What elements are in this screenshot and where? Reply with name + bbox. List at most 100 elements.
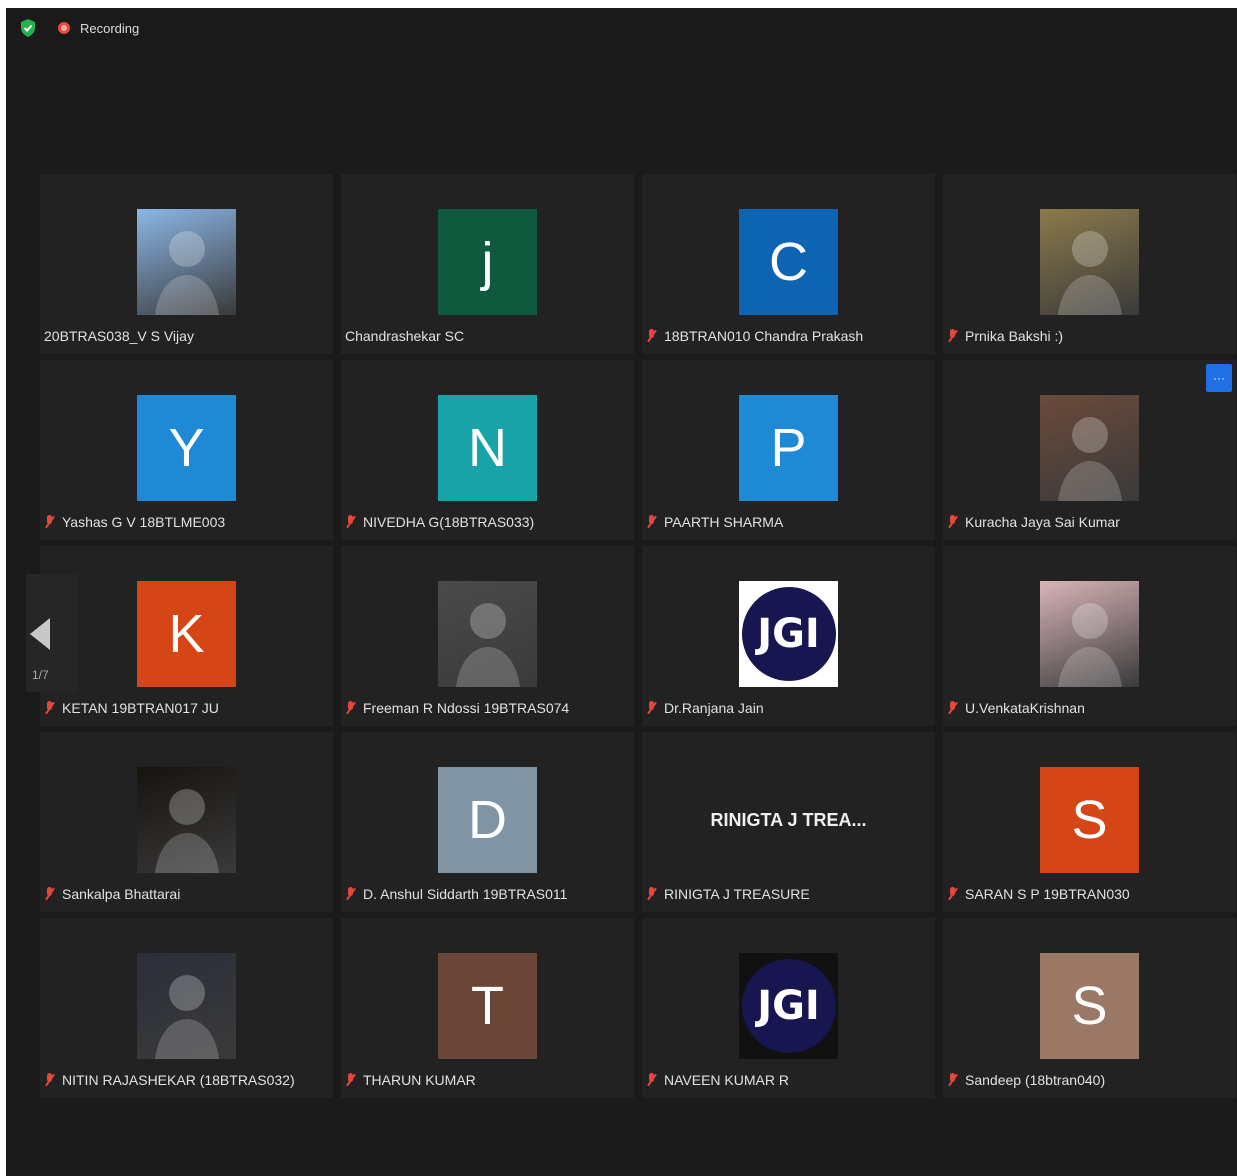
participant-tile[interactable]: D D. Anshul Siddarth 19BTRAS011 bbox=[341, 732, 634, 912]
more-options-button[interactable]: ··· bbox=[1206, 364, 1232, 392]
participant-name: D. Anshul Siddarth 19BTRAS011 bbox=[363, 886, 568, 902]
participant-name: 18BTRAN010 Chandra Prakash bbox=[664, 328, 864, 344]
muted-mic-icon bbox=[44, 1073, 56, 1087]
participant-name: THARUN KUMAR bbox=[363, 1072, 476, 1088]
participant-photo-avatar bbox=[137, 767, 236, 873]
participant-name-label: Chandrashekar SC bbox=[345, 328, 464, 344]
participant-name-label: Freeman R Ndossi 19BTRAS074 bbox=[345, 700, 569, 716]
participant-tile[interactable]: P PAARTH SHARMA bbox=[642, 360, 935, 540]
participant-tile[interactable]: j Chandrashekar SC bbox=[341, 174, 634, 354]
muted-mic-icon bbox=[345, 515, 357, 529]
recording-label: Recording bbox=[80, 20, 140, 36]
participant-name-label: D. Anshul Siddarth 19BTRAS011 bbox=[345, 886, 567, 902]
participant-name-label: Dr.Ranjana Jain bbox=[646, 700, 764, 716]
participant-photo-avatar bbox=[137, 209, 236, 315]
participant-name-label: 18BTRAN010 Chandra Prakash bbox=[646, 328, 863, 344]
participant-name: Prnika Bakshi :) bbox=[965, 328, 1064, 344]
muted-mic-icon bbox=[345, 1073, 357, 1087]
participant-initial-avatar: T bbox=[438, 953, 537, 1059]
left-arrow-icon bbox=[30, 618, 50, 650]
participant-name-label: 20BTRAS038_V S Vijay bbox=[44, 328, 194, 344]
muted-mic-icon bbox=[646, 887, 658, 901]
participant-name-label: THARUN KUMAR bbox=[345, 1072, 476, 1088]
person-silhouette-icon bbox=[155, 789, 219, 873]
page-indicator: 1/7 bbox=[32, 668, 49, 682]
participant-name: Chandrashekar SC bbox=[345, 328, 465, 344]
person-silhouette-icon bbox=[456, 603, 520, 687]
muted-mic-icon bbox=[646, 329, 658, 343]
muted-mic-icon bbox=[646, 515, 658, 529]
participant-name: KETAN 19BTRAN017 JU bbox=[62, 700, 219, 716]
recording-icon[interactable] bbox=[58, 22, 70, 34]
muted-mic-icon bbox=[345, 887, 357, 901]
participant-tile[interactable]: JGI NAVEEN KUMAR R bbox=[642, 918, 935, 1098]
participant-tile[interactable]: Freeman R Ndossi 19BTRAS074 bbox=[341, 546, 634, 726]
participant-name: Freeman R Ndossi 19BTRAS074 bbox=[363, 700, 570, 716]
participant-tile[interactable]: Prnika Bakshi :) bbox=[943, 174, 1236, 354]
previous-page-button[interactable]: 1/7 bbox=[26, 574, 78, 692]
meeting-window: Recording 20BTRAS038_V S Vijay j Chandrash… bbox=[6, 8, 1237, 1176]
participant-name-label: Sandeep (18btran040) bbox=[947, 1072, 1105, 1088]
participant-name: Dr.Ranjana Jain bbox=[664, 700, 764, 716]
muted-mic-icon bbox=[646, 701, 658, 715]
jgi-logo-avatar: JGI bbox=[739, 953, 838, 1059]
participant-name-label: SARAN S P 19BTRAN030 bbox=[947, 886, 1130, 902]
jgi-logo: JGI bbox=[741, 587, 836, 681]
participant-name: NITIN RAJASHEKAR (18BTRAS032) bbox=[62, 1072, 295, 1088]
participant-tile[interactable]: U.VenkataKrishnan bbox=[943, 546, 1236, 726]
participant-name-label: NITIN RAJASHEKAR (18BTRAS032) bbox=[44, 1072, 295, 1088]
participant-name: RINIGTA J TREASURE bbox=[664, 886, 810, 902]
participant-name: Sankalpa Bhattarai bbox=[62, 886, 181, 902]
meeting-status-bar: Recording bbox=[20, 18, 139, 38]
jgi-logo: JGI bbox=[741, 959, 836, 1053]
participant-tile[interactable]: S SARAN S P 19BTRAN030 bbox=[943, 732, 1236, 912]
person-silhouette-icon bbox=[155, 231, 219, 315]
participant-tile[interactable]: Y Yashas G V 18BTLME003 bbox=[40, 360, 333, 540]
muted-mic-icon bbox=[947, 515, 959, 529]
person-silhouette-icon bbox=[1058, 603, 1122, 687]
security-shield-icon[interactable] bbox=[20, 19, 36, 37]
muted-mic-icon bbox=[44, 515, 56, 529]
participant-tile[interactable]: Kuracha Jaya Sai Kumar bbox=[943, 360, 1236, 540]
participant-name-label: Yashas G V 18BTLME003 bbox=[44, 514, 225, 530]
muted-mic-icon bbox=[947, 701, 959, 715]
muted-mic-icon bbox=[345, 701, 357, 715]
participant-tile[interactable]: C 18BTRAN010 Chandra Prakash bbox=[642, 174, 935, 354]
participant-name: Yashas G V 18BTLME003 bbox=[62, 514, 226, 530]
muted-mic-icon bbox=[947, 887, 959, 901]
participant-photo-avatar bbox=[1040, 209, 1139, 315]
participant-name-label: NAVEEN KUMAR R bbox=[646, 1072, 789, 1088]
participant-tile[interactable]: JGI Dr.Ranjana Jain bbox=[642, 546, 935, 726]
muted-mic-icon bbox=[44, 701, 56, 715]
participant-tile[interactable]: K KETAN 19BTRAN017 JU bbox=[40, 546, 333, 726]
participant-name: 20BTRAS038_V S Vijay bbox=[44, 328, 194, 344]
muted-mic-icon bbox=[947, 1073, 959, 1087]
participant-name: SARAN S P 19BTRAN030 bbox=[965, 886, 1130, 902]
participant-name-label: PAARTH SHARMA bbox=[646, 514, 783, 530]
participant-name-label: Sankalpa Bhattarai bbox=[44, 886, 180, 902]
participant-name: NIVEDHA G(18BTRAS033) bbox=[363, 514, 535, 530]
muted-mic-icon bbox=[646, 1073, 658, 1087]
participant-tile[interactable]: NITIN RAJASHEKAR (18BTRAS032) bbox=[40, 918, 333, 1098]
person-silhouette-icon bbox=[1058, 231, 1122, 315]
participant-initial-avatar: j bbox=[438, 209, 537, 315]
participant-tile[interactable]: S Sandeep (18btran040) bbox=[943, 918, 1236, 1098]
participant-display-name: RINIGTA J TREA... bbox=[710, 810, 867, 830]
participant-name: Sandeep (18btran040) bbox=[965, 1072, 1106, 1088]
participant-initial-avatar: C bbox=[739, 209, 838, 315]
participant-name-label: Kuracha Jaya Sai Kumar bbox=[947, 514, 1120, 530]
participant-initial-avatar: S bbox=[1040, 953, 1139, 1059]
participant-photo-avatar bbox=[1040, 581, 1139, 687]
participant-tile[interactable]: Sankalpa Bhattarai bbox=[40, 732, 333, 912]
participant-tile[interactable]: 20BTRAS038_V S Vijay bbox=[40, 174, 333, 354]
muted-mic-icon bbox=[947, 329, 959, 343]
participant-name-label: KETAN 19BTRAN017 JU bbox=[44, 700, 219, 716]
participant-tile[interactable]: RINIGTA J TREA... RINIGTA J TREASURE bbox=[642, 732, 935, 912]
person-silhouette-icon bbox=[1058, 417, 1122, 501]
participant-name: U.VenkataKrishnan bbox=[965, 700, 1085, 716]
participant-initial-avatar: D bbox=[438, 767, 537, 873]
participant-initial-avatar: K bbox=[137, 581, 236, 687]
participant-tile[interactable]: T THARUN KUMAR bbox=[341, 918, 634, 1098]
participant-initial-avatar: P bbox=[739, 395, 838, 501]
participant-tile[interactable]: N NIVEDHA G(18BTRAS033) bbox=[341, 360, 634, 540]
